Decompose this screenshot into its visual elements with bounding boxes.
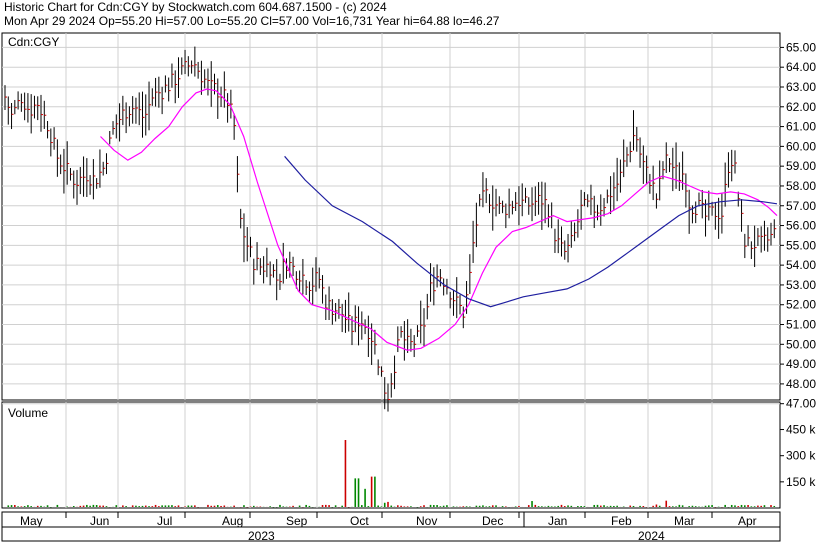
stock-chart: Historic Chart for Cdn:CGY by Stockwatch… (0, 0, 830, 543)
price-tick-label: 64.00 (786, 60, 816, 74)
volume-panel (1, 401, 781, 509)
price-tick-label: 57.00 (786, 199, 816, 213)
month-label: Jun (90, 514, 109, 528)
month-label: Dec (482, 514, 503, 528)
price-tick-label: 50.00 (786, 337, 816, 351)
month-label: Apr (738, 514, 757, 528)
price-tick-label: 47.00 (786, 397, 816, 411)
month-label: Jan (548, 514, 567, 528)
month-label: Oct (350, 514, 369, 528)
price-tick-label: 48.00 (786, 377, 816, 391)
price-tick-label: 55.00 (786, 238, 816, 252)
price-tick-label: 58.00 (786, 179, 816, 193)
month-label: May (20, 514, 43, 528)
price-panel-title: Cdn:CGY (8, 35, 59, 49)
price-tick-label: 49.00 (786, 357, 816, 371)
price-tick-label: 52.00 (786, 298, 816, 312)
month-label: Nov (416, 514, 437, 528)
year-label: 2023 (248, 529, 275, 543)
price-tick-label: 54.00 (786, 258, 816, 272)
month-label: Mar (674, 514, 695, 528)
price-tick-label: 53.00 (786, 278, 816, 292)
month-label: Aug (222, 514, 243, 528)
price-tick-label: 60.00 (786, 139, 816, 153)
price-tick-label: 63.00 (786, 80, 816, 94)
price-panel (1, 32, 781, 401)
price-tick-label: 65.00 (786, 40, 816, 54)
month-label: Sep (286, 514, 308, 528)
price-tick-label: 61.00 (786, 120, 816, 134)
month-label: Jul (157, 514, 172, 528)
price-tick-label: 59.00 (786, 159, 816, 173)
month-label: Feb (611, 514, 632, 528)
year-label: 2024 (638, 529, 665, 543)
price-tick-label: 62.00 (786, 100, 816, 114)
price-tick-label: 51.00 (786, 318, 816, 332)
volume-tick-label: 300 k (786, 449, 816, 463)
volume-tick-label: 150 k (786, 475, 816, 489)
volume-tick-label: 450 k (786, 423, 816, 437)
price-tick-label: 56.00 (786, 219, 816, 233)
volume-panel-title: Volume (8, 406, 48, 420)
chart-svg: 65.00 64.00 63.00 62.00 61.00 60.00 59.00 58.00… (1, 32, 816, 543)
